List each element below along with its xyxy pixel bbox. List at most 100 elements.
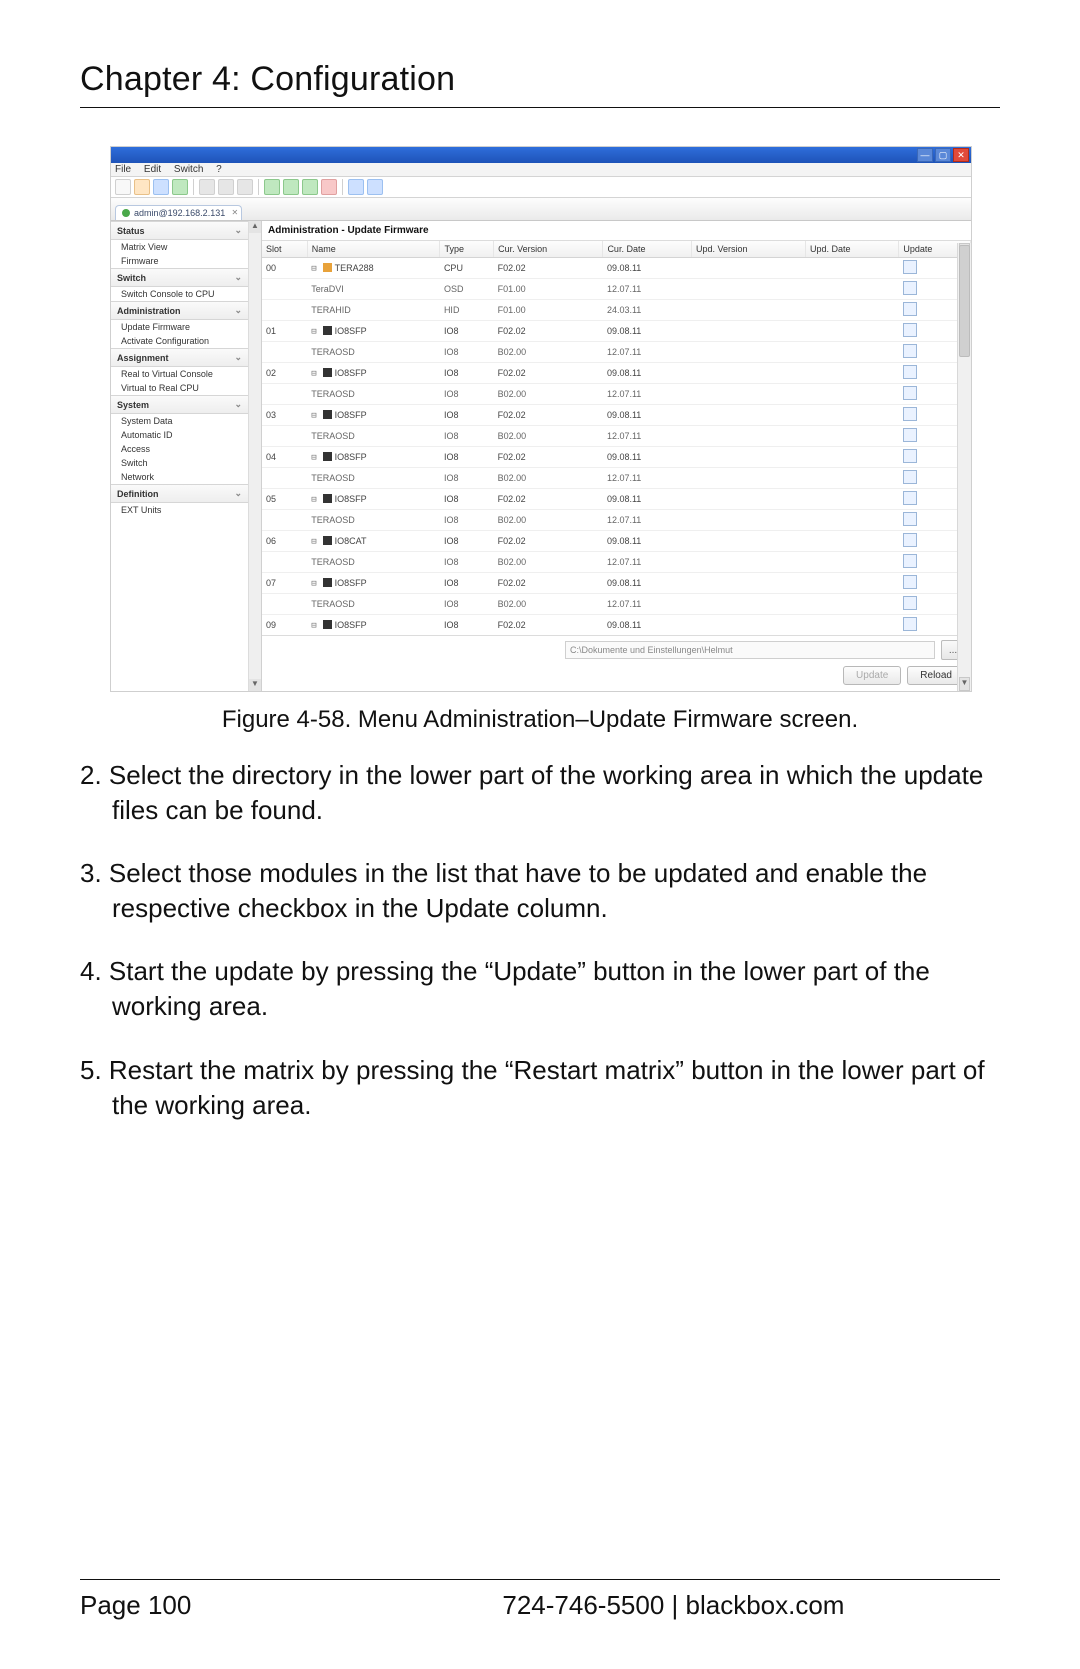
menu-switch[interactable]: Switch [174, 164, 203, 175]
update-checkbox[interactable] [903, 512, 917, 526]
column-header[interactable]: Cur. Date [603, 241, 692, 258]
sidebar-item[interactable]: Activate Configuration [111, 334, 248, 348]
sidebar-item[interactable]: Update Firmware [111, 320, 248, 334]
update-checkbox[interactable] [903, 554, 917, 568]
menu-edit[interactable]: Edit [144, 164, 161, 175]
table-row[interactable]: 02⊟IO8SFPIO8F02.0209.08.11 [262, 363, 971, 384]
toolbar-new-icon[interactable] [115, 179, 131, 195]
scroll-up-icon[interactable]: ▲ [249, 221, 261, 233]
expand-icon[interactable]: ⊟ [311, 621, 316, 631]
expand-icon[interactable]: ⊟ [311, 453, 316, 463]
update-checkbox[interactable] [903, 575, 917, 589]
update-checkbox[interactable] [903, 281, 917, 295]
sidebar-item[interactable]: Automatic ID [111, 428, 248, 442]
column-header[interactable]: Upd. Version [692, 241, 806, 258]
table-row[interactable]: 06⊟IO8CATIO8F02.0209.08.11 [262, 531, 971, 552]
scroll-down-icon[interactable]: ▼ [249, 679, 261, 691]
table-row[interactable]: TERAHIDHIDF01.0024.03.11 [262, 300, 971, 321]
expand-icon[interactable]: ⊟ [311, 537, 316, 547]
toolbar-reload-icon[interactable] [172, 179, 188, 195]
pin-icon[interactable]: ⌄ [234, 225, 242, 236]
update-checkbox[interactable] [903, 386, 917, 400]
pin-icon[interactable]: ⌄ [234, 272, 242, 283]
menu-file[interactable]: File [115, 164, 131, 175]
toolbar-flag1-icon[interactable] [264, 179, 280, 195]
sidebar-group-header[interactable]: Administration⌄ [111, 301, 248, 320]
table-row[interactable]: 09⊟IO8SFPIO8F02.0209.08.11 [262, 615, 971, 636]
pin-icon[interactable]: ⌄ [234, 305, 242, 316]
table-row[interactable]: 03⊟IO8SFPIO8F02.0209.08.11 [262, 405, 971, 426]
sidebar-scrollbar[interactable]: ▲ ▼ [248, 221, 261, 691]
session-tab[interactable]: admin@192.168.2.131 ✕ [115, 205, 242, 220]
update-checkbox[interactable] [903, 323, 917, 337]
update-checkbox[interactable] [903, 533, 917, 547]
update-checkbox[interactable] [903, 596, 917, 610]
window-maximize-icon[interactable]: ▢ [935, 148, 951, 162]
sidebar-item[interactable]: Matrix View [111, 240, 248, 254]
update-checkbox[interactable] [903, 260, 917, 274]
toolbar-help2-icon[interactable] [367, 179, 383, 195]
table-row[interactable]: TERAOSDIO8B02.0012.07.11 [262, 468, 971, 489]
expand-icon[interactable]: ⊟ [311, 264, 316, 274]
table-row[interactable]: TERAOSDIO8B02.0012.07.11 [262, 426, 971, 447]
update-button[interactable]: Update [843, 666, 901, 685]
expand-icon[interactable]: ⊟ [311, 411, 316, 421]
sidebar-item[interactable]: EXT Units [111, 503, 248, 517]
table-row[interactable]: 07⊟IO8SFPIO8F02.0209.08.11 [262, 573, 971, 594]
table-row[interactable]: 05⊟IO8SFPIO8F02.0209.08.11 [262, 489, 971, 510]
update-checkbox[interactable] [903, 344, 917, 358]
table-row[interactable]: TERAOSDIO8B02.0012.07.11 [262, 594, 971, 615]
sidebar-group-header[interactable]: Switch⌄ [111, 268, 248, 287]
scroll-down-icon[interactable]: ▼ [959, 677, 970, 691]
expand-icon[interactable]: ⊟ [311, 369, 316, 379]
toolbar-flag3-icon[interactable] [302, 179, 318, 195]
sidebar-item[interactable]: Virtual to Real CPU [111, 381, 248, 395]
sidebar-group-header[interactable]: Status⌄ [111, 221, 248, 240]
sidebar-group-header[interactable]: System⌄ [111, 395, 248, 414]
column-header[interactable]: Cur. Version [494, 241, 603, 258]
sidebar-item[interactable]: Firmware [111, 254, 248, 268]
toolbar-save-icon[interactable] [153, 179, 169, 195]
sidebar-item[interactable]: Network [111, 470, 248, 484]
update-checkbox[interactable] [903, 617, 917, 631]
column-header[interactable]: Slot [262, 241, 307, 258]
toolbar-help1-icon[interactable] [348, 179, 364, 195]
pin-icon[interactable]: ⌄ [234, 352, 242, 363]
window-minimize-icon[interactable]: — [917, 148, 933, 162]
toolbar-copy-icon[interactable] [218, 179, 234, 195]
sidebar-item[interactable]: Real to Virtual Console [111, 367, 248, 381]
column-header[interactable]: Name [307, 241, 440, 258]
toolbar-flag4-icon[interactable] [321, 179, 337, 195]
column-header[interactable]: Type [440, 241, 494, 258]
update-checkbox[interactable] [903, 449, 917, 463]
tab-close-icon[interactable]: ✕ [232, 208, 239, 217]
scroll-thumb[interactable] [959, 245, 970, 357]
toolbar-open-icon[interactable] [134, 179, 150, 195]
table-row[interactable]: TERAOSDIO8B02.0012.07.11 [262, 510, 971, 531]
update-checkbox[interactable] [903, 470, 917, 484]
sidebar-item[interactable]: Switch Console to CPU [111, 287, 248, 301]
toolbar-cut-icon[interactable] [199, 179, 215, 195]
table-row[interactable]: 00⊟TERA288CPUF02.0209.08.11 [262, 258, 971, 279]
table-row[interactable]: TERAOSDIO8B02.0012.07.11 [262, 342, 971, 363]
table-row[interactable]: 01⊟IO8SFPIO8F02.0209.08.11 [262, 321, 971, 342]
column-header[interactable]: Upd. Date [806, 241, 899, 258]
toolbar-flag2-icon[interactable] [283, 179, 299, 195]
update-checkbox[interactable] [903, 302, 917, 316]
table-row[interactable]: TERAOSDIO8B02.0012.07.11 [262, 552, 971, 573]
expand-icon[interactable]: ⊟ [311, 579, 316, 589]
expand-icon[interactable]: ⊟ [311, 495, 316, 505]
table-row[interactable]: TERAOSDIO8B02.0012.07.11 [262, 384, 971, 405]
sidebar-item[interactable]: Access [111, 442, 248, 456]
update-checkbox[interactable] [903, 428, 917, 442]
sidebar-group-header[interactable]: Definition⌄ [111, 484, 248, 503]
table-row[interactable]: TeraDVIOSDF01.0012.07.11 [262, 279, 971, 300]
sidebar-item[interactable]: Switch [111, 456, 248, 470]
window-close-icon[interactable]: ✕ [953, 148, 969, 162]
menu-help[interactable]: ? [216, 164, 222, 175]
pin-icon[interactable]: ⌄ [234, 399, 242, 410]
toolbar-paste-icon[interactable] [237, 179, 253, 195]
update-checkbox[interactable] [903, 407, 917, 421]
update-checkbox[interactable] [903, 491, 917, 505]
expand-icon[interactable]: ⊟ [311, 327, 316, 337]
